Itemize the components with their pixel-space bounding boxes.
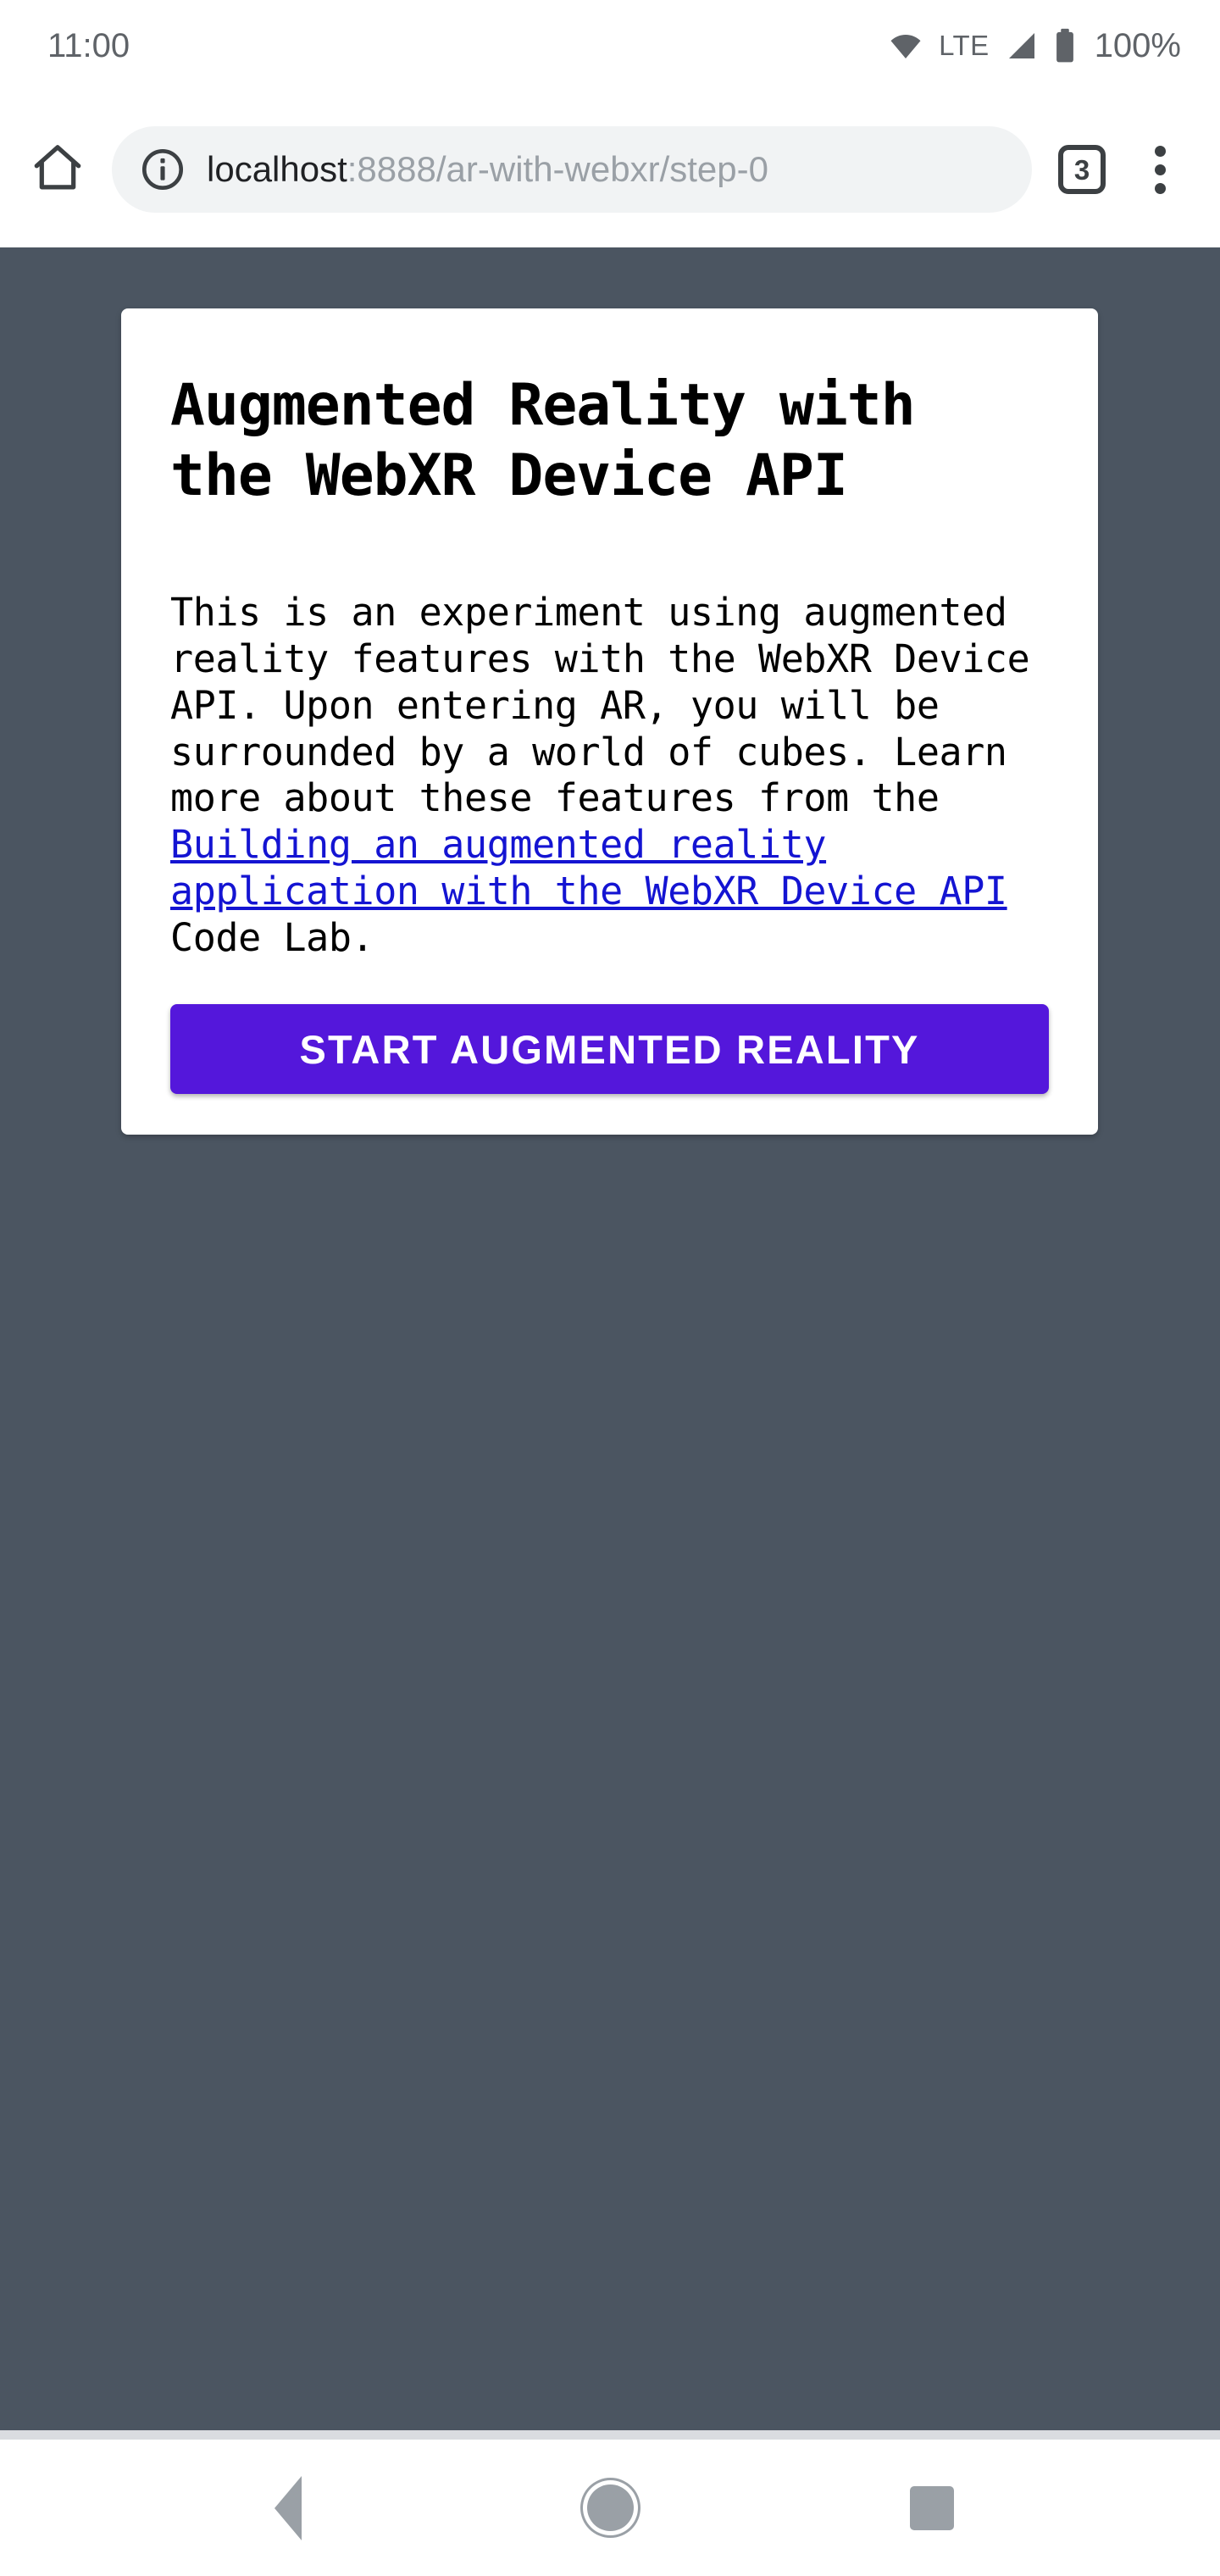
tab-switcher-button[interactable]: 3 [1045, 133, 1118, 206]
nav-home-button[interactable] [551, 2449, 669, 2568]
tab-count-label: 3 [1073, 153, 1090, 186]
android-status-bar: 11:00 LTE 100% [0, 0, 1220, 92]
overflow-menu-button[interactable] [1123, 129, 1196, 210]
url-text: localhost:8888/ar-with-webxr/step-0 [207, 152, 768, 187]
tab-count-box: 3 [1058, 145, 1106, 194]
home-circle-icon [586, 2484, 634, 2531]
home-button[interactable] [17, 129, 98, 210]
url-path: :8888/ar-with-webxr/step-0 [347, 152, 768, 187]
battery-percent-label: 100% [1094, 26, 1181, 64]
info-icon[interactable] [139, 146, 186, 193]
nav-recents-button[interactable] [873, 2449, 991, 2568]
back-triangle-icon [274, 2475, 302, 2540]
description-text-after-link: Code Lab. [170, 915, 374, 961]
recents-square-icon [910, 2485, 954, 2530]
intro-card: Augmented Reality with the WebXR Device … [121, 308, 1098, 1135]
web-page-viewport: Augmented Reality with the WebXR Device … [0, 247, 1220, 2430]
cellular-signal-icon [1003, 29, 1040, 63]
network-type-label: LTE [939, 30, 990, 61]
url-bar[interactable]: localhost:8888/ar-with-webxr/step-0 [112, 126, 1032, 213]
android-navigation-bar [0, 2440, 1220, 2576]
page-description: This is an experiment using augmented re… [170, 590, 1049, 962]
browser-toolbar: localhost:8888/ar-with-webxr/step-0 3 [0, 92, 1220, 247]
page-title: Augmented Reality with the WebXR Device … [170, 372, 916, 509]
home-icon [30, 140, 86, 200]
description-text-before-link: This is an experiment using augmented re… [170, 589, 1030, 821]
overflow-menu-icon [1154, 164, 1166, 175]
url-host: localhost [207, 152, 347, 187]
status-bar-clock: 11:00 [47, 26, 130, 64]
nav-back-button[interactable] [229, 2449, 347, 2568]
wifi-icon [886, 29, 925, 63]
overflow-menu-icon [1154, 182, 1166, 194]
status-bar-indicators: LTE 100% [886, 27, 1181, 65]
battery-icon [1054, 27, 1076, 64]
nav-bar-divider [0, 2430, 1220, 2440]
codelab-link[interactable]: Building an augmented reality applicatio… [170, 822, 1007, 913]
start-augmented-reality-button[interactable]: Start augmented reality [170, 1004, 1049, 1095]
overflow-menu-icon [1154, 145, 1166, 157]
